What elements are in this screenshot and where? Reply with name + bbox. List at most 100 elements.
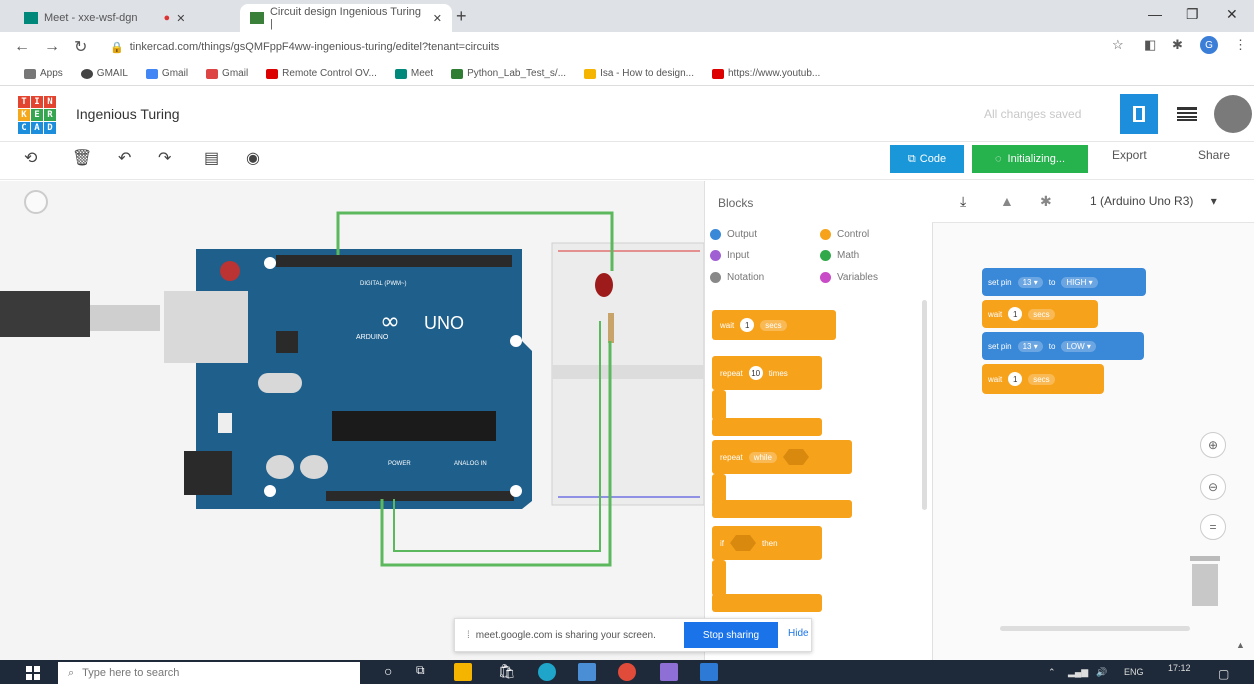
reload-icon[interactable]: ↻ — [74, 37, 87, 57]
tab-meet[interactable]: Meet - xxe-wsf-dgn ● ✕ — [14, 4, 239, 32]
block-value[interactable]: 1 — [1008, 307, 1023, 321]
user-avatar[interactable] — [1214, 95, 1252, 133]
block-value[interactable]: 1 — [740, 318, 755, 332]
block-unit[interactable]: secs — [760, 319, 787, 331]
code-horizontal-scrollbar[interactable] — [1000, 626, 1190, 631]
edge-icon[interactable] — [538, 663, 556, 681]
pin-select[interactable]: 13 ▾ — [1017, 276, 1043, 288]
delete-icon[interactable]: 🗑 — [72, 148, 92, 168]
device-select[interactable]: 1 (Arduino Uno R3) ▾ — [1090, 194, 1217, 208]
rotate-icon[interactable]: ⟲ — [24, 148, 37, 168]
upload-icon[interactable]: ▲ — [1000, 193, 1014, 209]
menu-kebab-icon[interactable]: ⋮ — [1234, 37, 1247, 53]
visibility-icon[interactable]: ◉ — [246, 148, 260, 168]
category-math[interactable]: Math — [820, 250, 859, 261]
block-unit[interactable]: secs — [1028, 308, 1055, 320]
bookmark-isa[interactable]: Isa - How to design... — [584, 68, 694, 79]
clock-time[interactable]: 17:12 — [1168, 663, 1191, 673]
category-variables[interactable]: Variables — [820, 272, 878, 283]
state-select[interactable]: LOW ▾ — [1061, 340, 1096, 352]
window-close-icon[interactable]: ✕ — [1226, 6, 1238, 23]
bookmark-gmail-2[interactable]: Gmail — [145, 68, 188, 79]
mail-icon[interactable] — [578, 663, 596, 681]
code-block-set-pin-high[interactable]: set pin 13 ▾ to HIGH ▾ — [982, 268, 1146, 296]
pin-select[interactable]: 13 ▾ — [1017, 340, 1043, 352]
tinkercad-logo[interactable]: T I N K E R C A D — [18, 96, 56, 134]
notification-icon[interactable]: ▢ — [1218, 667, 1229, 681]
tray-lang[interactable]: ENG — [1124, 667, 1144, 677]
redo-icon[interactable]: ↷ — [158, 148, 171, 168]
tray-up-arrow-icon[interactable]: ⌃ — [1048, 667, 1056, 678]
notes-icon[interactable]: ▤ — [204, 148, 219, 168]
trash-icon[interactable] — [1188, 556, 1222, 608]
file-explorer-icon[interactable] — [454, 663, 472, 681]
debugger-icon[interactable]: ✱ — [1040, 193, 1052, 210]
project-name[interactable]: Ingenious Turing — [76, 106, 180, 122]
forward-icon[interactable]: → — [44, 38, 60, 56]
star-icon[interactable]: ☆ — [1112, 37, 1124, 53]
breadboard[interactable] — [551, 242, 704, 506]
bookmark-python[interactable]: Python_Lab_Test_s/... — [451, 68, 566, 79]
windows-start-icon[interactable] — [26, 666, 40, 680]
extension-icon[interactable]: ◧ — [1144, 37, 1156, 53]
profile-avatar[interactable]: G — [1200, 36, 1218, 54]
word-icon[interactable] — [700, 663, 718, 681]
state-select[interactable]: HIGH ▾ — [1061, 276, 1098, 288]
code-block-wait-1[interactable]: wait 1 secs — [982, 300, 1098, 328]
led[interactable] — [595, 273, 613, 297]
block-while[interactable]: while — [748, 451, 777, 463]
block-repeat[interactable]: repeat 10 times — [712, 356, 822, 390]
fit-code-button[interactable]: = — [1200, 514, 1226, 540]
start-simulation-button[interactable]: ◌ Initializing... — [972, 145, 1088, 173]
url-field[interactable]: 🔒 tinkercad.com/things/gsQMFppF4ww-ingen… — [110, 37, 1110, 57]
code-block-set-pin-low[interactable]: set pin 13 ▾ to LOW ▾ — [982, 332, 1144, 360]
arduino-board[interactable]: ∞ UNO ARDUINO DIGITAL (PWM~) POWER ANALO… — [164, 249, 532, 509]
drag-handle-icon[interactable]: ⁞ — [467, 630, 470, 641]
code-block-wait-2[interactable]: wait 1 secs — [982, 364, 1104, 394]
chrome-icon[interactable] — [618, 663, 636, 681]
bookmark-apps[interactable]: Apps — [24, 68, 63, 79]
block-value[interactable]: 10 — [748, 366, 763, 380]
category-control[interactable]: Control — [820, 229, 869, 240]
bookmark-meet[interactable]: Meet — [394, 68, 433, 79]
block-wait[interactable]: wait 1 secs — [712, 310, 836, 340]
taskview-icon[interactable]: ⧉ — [416, 663, 434, 681]
maximize-icon[interactable]: ❐ — [1186, 6, 1199, 23]
block-unit[interactable]: secs — [1028, 373, 1055, 385]
task-view-icon[interactable]: ○ — [384, 663, 402, 681]
scroll-up-arrow-icon[interactable]: ▲ — [1236, 640, 1245, 650]
download-icon[interactable]: ⤓ — [960, 193, 966, 210]
zoom-out-button[interactable]: ⊖ — [1200, 474, 1226, 500]
circuit-view-button[interactable] — [1120, 94, 1158, 134]
components-list-button[interactable] — [1168, 94, 1206, 134]
hide-button[interactable]: Hide — [788, 628, 809, 639]
volume-icon[interactable]: 🔊 — [1096, 667, 1107, 678]
close-icon[interactable]: ✕ — [176, 12, 185, 25]
taskbar-search-input[interactable]: ⌕ Type here to search — [58, 662, 360, 684]
bookmark-gmail-3[interactable]: Gmail — [206, 68, 248, 79]
network-icon[interactable]: ▂▄▆ — [1068, 667, 1088, 678]
category-output[interactable]: Output — [710, 229, 757, 240]
puzzle-icon[interactable]: ✱ — [1172, 37, 1183, 53]
zoom-in-button[interactable]: ⊕ — [1200, 432, 1226, 458]
app-icon[interactable] — [660, 663, 678, 681]
minimize-icon[interactable]: — — [1148, 6, 1162, 22]
code-button[interactable]: ⧉ Code — [890, 145, 964, 173]
bookmark-remote[interactable]: Remote Control OV... — [266, 68, 377, 79]
store-icon[interactable]: 🛍 — [498, 663, 516, 681]
close-icon[interactable]: ✕ — [433, 12, 442, 25]
block-if[interactable]: if then — [712, 526, 822, 560]
stop-sharing-button[interactable]: Stop sharing — [684, 622, 778, 648]
bookmark-youtube[interactable]: https://www.youtub... — [712, 68, 820, 79]
back-icon[interactable]: ← — [14, 38, 30, 56]
new-tab-icon[interactable]: + — [456, 6, 467, 27]
bookmark-gmail-1[interactable]: GMAIL — [80, 68, 128, 79]
export-button[interactable]: Export — [1112, 148, 1147, 162]
resistor[interactable] — [608, 313, 614, 343]
tab-tinkercad[interactable]: Circuit design Ingenious Turing | ✕ — [240, 4, 452, 32]
category-input[interactable]: Input — [710, 250, 749, 261]
share-button[interactable]: Share — [1198, 148, 1230, 162]
undo-icon[interactable]: ↶ — [118, 148, 131, 168]
palette-scrollbar[interactable] — [922, 300, 927, 510]
category-notation[interactable]: Notation — [710, 272, 764, 283]
